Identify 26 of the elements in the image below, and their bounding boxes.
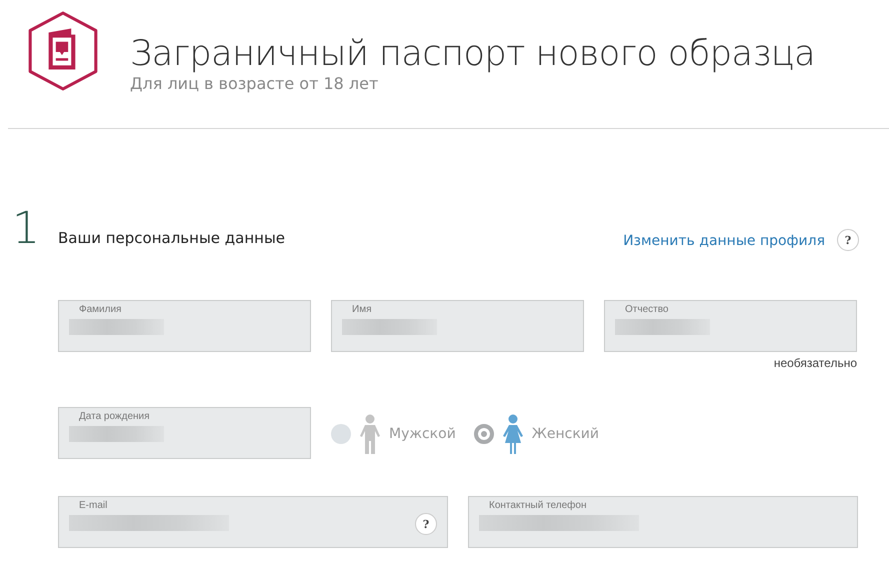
field-label: Фамилия	[79, 304, 122, 316]
field-label: Имя	[352, 304, 372, 316]
edit-profile-link[interactable]: Изменить данные профиля	[623, 233, 825, 251]
woman-icon	[502, 414, 524, 454]
field-label: Дата рождения	[79, 411, 151, 423]
input-field[interactable]: E-mail ?	[58, 496, 448, 548]
section-title: Ваши персональные данные	[58, 229, 286, 249]
gender-label: Женский	[532, 426, 599, 442]
help-button[interactable]: ?	[837, 229, 859, 251]
input-field[interactable]: Контактный телефон	[468, 496, 858, 548]
field-label: E-mail	[79, 500, 108, 512]
field-label: Отчество	[625, 304, 670, 316]
page-subtitle: Для лиц в возрасте от 18 лет	[130, 74, 380, 94]
optional-note: необязательно	[772, 356, 857, 370]
input-field[interactable]: Дата рождения	[58, 407, 311, 459]
help-button[interactable]: ?	[415, 513, 437, 535]
input-field[interactable]: Фамилия	[58, 300, 311, 352]
page-title: Заграничный паспорт нового образца	[130, 33, 816, 76]
gender-label: Мужской	[389, 426, 456, 442]
input-field[interactable]: Имя	[331, 300, 584, 352]
radio-button[interactable]	[474, 424, 494, 444]
man-icon	[359, 414, 381, 454]
step-number: 1	[12, 207, 41, 251]
input-field[interactable]: Отчество	[604, 300, 857, 352]
radio-button[interactable]	[331, 424, 351, 444]
field-label: Контактный телефон	[489, 500, 588, 512]
